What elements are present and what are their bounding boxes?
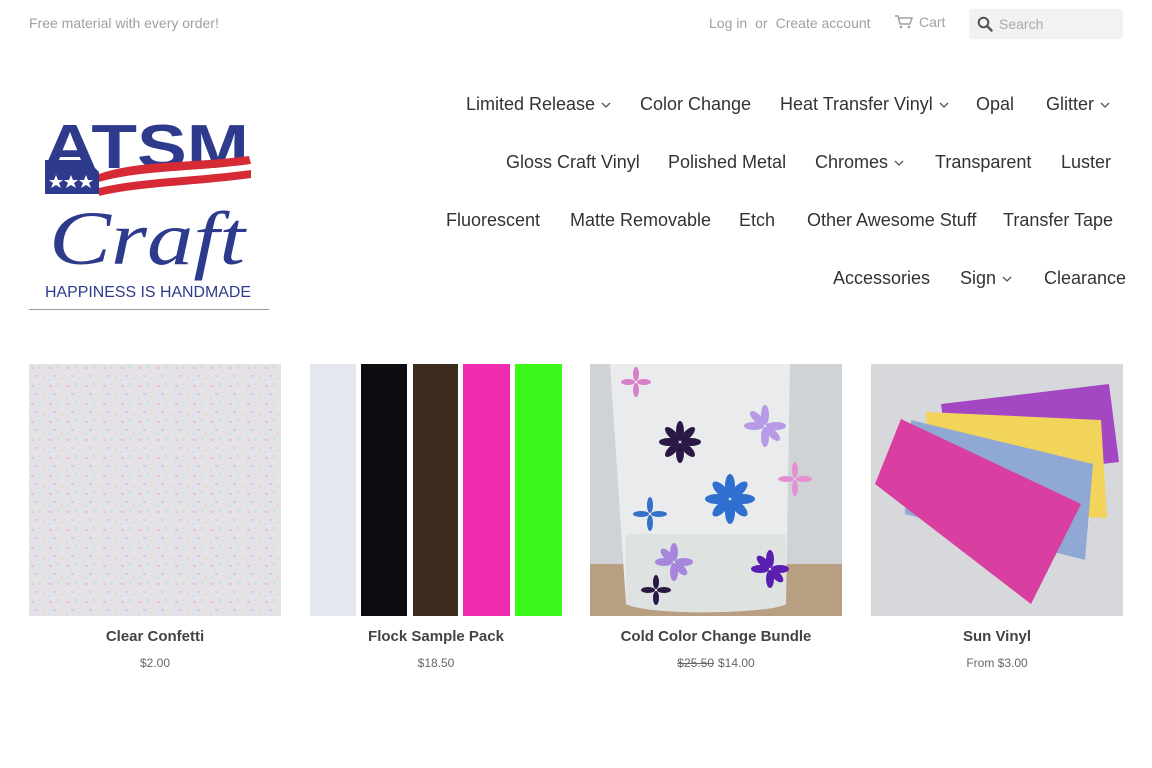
sale-price: $14.00 <box>718 656 755 670</box>
promo-text: Free material with every order! <box>29 15 219 31</box>
nav-label: Other Awesome Stuff <box>807 210 977 230</box>
nav-fluorescent[interactable]: Fluorescent <box>446 210 540 231</box>
nav-label: Accessories <box>833 268 931 288</box>
nav-label: Glitter <box>1046 94 1095 114</box>
nav-label: Opal <box>976 94 1015 114</box>
product-image-clear-confetti[interactable] <box>29 364 281 616</box>
nav-opal[interactable]: Opal <box>976 94 1014 115</box>
nav-label: Polished Metal <box>668 152 787 172</box>
create-account-link[interactable]: Create account <box>776 15 871 31</box>
nav-accessories[interactable]: Accessories <box>833 268 930 289</box>
login-link[interactable]: Log in <box>709 15 747 31</box>
product-price: $25.50 $14.00 <box>590 656 842 670</box>
nav-gloss-craft-vinyl[interactable]: Gloss Craft Vinyl <box>506 152 640 173</box>
nav-heat-transfer-vinyl[interactable]: Heat Transfer Vinyl <box>780 94 949 115</box>
logo-tagline: HAPPINESS IS HANDMADE <box>45 284 251 301</box>
search-input[interactable] <box>999 16 1114 32</box>
product-image-cold-color-change-bundle[interactable] <box>590 364 842 616</box>
product-image-sun-vinyl[interactable] <box>871 364 1123 616</box>
cart-label: Cart <box>919 14 946 30</box>
product-image-flock-sample-pack[interactable] <box>310 364 562 616</box>
chevron-down-icon <box>1002 276 1012 282</box>
account-links: Log in or Create account <box>709 15 871 31</box>
logo-craft-text: Craft <box>49 197 247 281</box>
nav-polished-metal[interactable]: Polished Metal <box>668 152 786 173</box>
top-bar: Free material with every order! Log in or… <box>0 0 1152 46</box>
cart-link[interactable]: Cart <box>895 14 945 30</box>
nav-label: Matte Removable <box>570 210 712 230</box>
nav-transparent[interactable]: Transparent <box>935 152 1031 173</box>
nav-label: Transparent <box>935 152 1032 172</box>
product-card: Clear Confetti $2.00 <box>29 364 281 670</box>
nav-clearance[interactable]: Clearance <box>1044 268 1126 289</box>
search-box <box>969 9 1123 39</box>
chevron-down-icon <box>894 160 904 166</box>
nav-label: Color Change <box>640 94 752 114</box>
nav-luster[interactable]: Luster <box>1061 152 1111 173</box>
product-title[interactable]: Cold Color Change Bundle <box>590 628 842 645</box>
nav-matte-removable[interactable]: Matte Removable <box>570 210 711 231</box>
nav-label: Chromes <box>815 152 889 172</box>
nav-label: Transfer Tape <box>1003 210 1114 230</box>
nav-etch[interactable]: Etch <box>739 210 775 231</box>
product-price: $18.50 <box>417 656 455 670</box>
product-card: Sun Vinyl From $3.00 <box>871 364 1123 670</box>
compare-at-price: $25.50 <box>677 656 714 670</box>
nav-label: Etch <box>739 210 776 230</box>
chevron-down-icon <box>601 102 611 108</box>
nav-color-change[interactable]: Color Change <box>640 94 751 115</box>
nav-label: Limited Release <box>466 94 596 114</box>
nav-sign[interactable]: Sign <box>960 268 1012 289</box>
search-icon[interactable] <box>977 16 993 32</box>
nav-label: Clearance <box>1044 268 1127 288</box>
site-logo[interactable]: ATSM Craft HAPPINESS IS HANDMADE <box>29 112 269 310</box>
product-card: Cold Color Change Bundle $25.50 $14.00 <box>590 364 842 670</box>
product-title[interactable]: Flock Sample Pack <box>310 628 562 645</box>
or-text: or <box>755 15 768 31</box>
chevron-down-icon <box>1100 102 1110 108</box>
product-price: $2.00 <box>139 656 171 670</box>
product-price: From $3.00 <box>966 656 1028 670</box>
nav-limited-release[interactable]: Limited Release <box>466 94 611 115</box>
product-title[interactable]: Sun Vinyl <box>871 628 1123 645</box>
nav-other-awesome-stuff[interactable]: Other Awesome Stuff <box>807 210 976 231</box>
cart-icon <box>895 15 913 29</box>
nav-chromes[interactable]: Chromes <box>815 152 904 173</box>
nav-label: Fluorescent <box>446 210 541 230</box>
chevron-down-icon <box>939 102 949 108</box>
nav-label: Gloss Craft Vinyl <box>506 152 640 172</box>
nav-label: Sign <box>960 268 997 288</box>
product-card: Flock Sample Pack $18.50 <box>310 364 562 670</box>
product-title[interactable]: Clear Confetti <box>29 628 281 645</box>
nav-transfer-tape[interactable]: Transfer Tape <box>1003 210 1113 231</box>
nav-label: Heat Transfer Vinyl <box>780 94 933 114</box>
nav-glitter[interactable]: Glitter <box>1046 94 1110 115</box>
nav-label: Luster <box>1061 152 1112 172</box>
